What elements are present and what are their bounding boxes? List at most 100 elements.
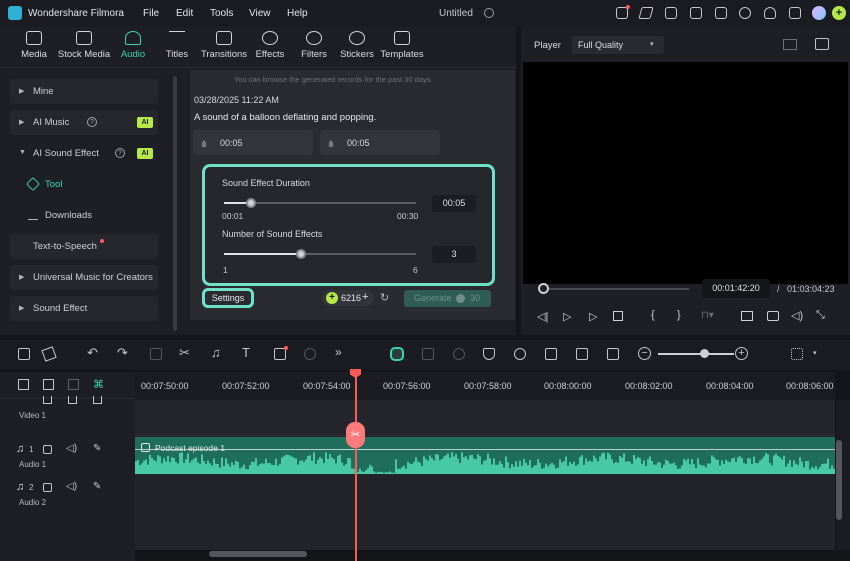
track-effects-icon[interactable]: ✎ (93, 443, 101, 454)
lock-icon[interactable] (43, 445, 52, 454)
sidebar-subitem-tool[interactable]: Tool (45, 179, 62, 190)
image-icon[interactable] (665, 7, 677, 19)
camera-snapshot-icon[interactable] (767, 311, 779, 321)
sound-clip-card[interactable]: ıllı 00:05 (320, 130, 440, 155)
timeline-vertical-scrollbar[interactable] (836, 400, 850, 550)
redo-icon[interactable]: ↷ (117, 345, 128, 361)
avatar[interactable] (812, 6, 826, 20)
video-preview[interactable] (523, 62, 848, 284)
timeline-ruler[interactable]: 00:07:50:00 00:07:52:00 00:07:54:00 00:0… (135, 372, 835, 400)
audio-list-icon[interactable] (545, 348, 557, 360)
record-screen-icon[interactable] (422, 348, 434, 360)
video-track-row[interactable] (135, 400, 835, 436)
zoom-in-icon[interactable]: + (735, 347, 748, 360)
help-icon[interactable]: ? (87, 117, 97, 127)
grid-view-icon[interactable] (783, 39, 797, 50)
track-layers-icon[interactable] (68, 379, 79, 390)
save-icon[interactable] (715, 7, 727, 19)
audio-mute-icon[interactable] (68, 396, 77, 404)
generate-button[interactable]: Generate 30 (404, 290, 491, 307)
menu-view[interactable]: View (249, 8, 271, 19)
select-arrow-icon[interactable] (41, 346, 57, 362)
microphone-icon[interactable] (514, 348, 526, 360)
mark-in-icon[interactable]: { (651, 309, 655, 321)
previous-frame-icon[interactable]: ◁| (537, 310, 548, 323)
next-frame-icon[interactable]: ▷ (563, 310, 571, 323)
send-icon[interactable] (638, 7, 654, 19)
fullscreen-icon[interactable]: ⤡ (816, 309, 825, 322)
track-effects-icon[interactable]: ✎ (93, 481, 101, 492)
audio-track-2-row[interactable] (135, 475, 835, 550)
quality-select[interactable]: Full Quality ▾ (572, 36, 664, 54)
fit-timeline-icon[interactable] (607, 348, 619, 360)
tab-effects[interactable]: Effects (252, 31, 288, 60)
add-track-icon[interactable] (18, 379, 29, 390)
undo-icon[interactable]: ↶ (87, 345, 98, 361)
sidebar-subitem-downloads[interactable]: Downloads (45, 210, 92, 221)
headset-icon[interactable] (764, 7, 776, 19)
ai-tool-icon[interactable] (390, 347, 404, 361)
menu-file[interactable]: File (143, 8, 159, 19)
duration-slider-handle[interactable] (245, 198, 256, 208)
settings-button[interactable]: Settings (202, 288, 254, 308)
speaker-icon[interactable]: ◁) (66, 443, 77, 454)
zoom-slider-track[interactable] (658, 353, 734, 355)
menu-help[interactable]: Help (287, 8, 308, 19)
zoom-slider-handle[interactable] (700, 349, 709, 358)
grip-icon[interactable] (791, 348, 803, 360)
current-timecode[interactable]: 00:01:42:20 (702, 279, 770, 298)
link-icon[interactable] (43, 379, 54, 390)
tab-stickers[interactable]: Stickers (338, 31, 376, 60)
timeline-tracks[interactable]: Podcast episode 1 (135, 400, 835, 550)
speaker-icon[interactable]: ◁) (66, 481, 77, 492)
mark-out-icon[interactable]: } (677, 309, 681, 321)
lock-icon[interactable] (43, 396, 52, 404)
preview-progress-track[interactable] (539, 288, 689, 290)
delete-icon[interactable] (150, 348, 162, 360)
sidebar-item-ai-music[interactable]: ▶ AI Music ? AI (10, 110, 158, 135)
keyframe-icon[interactable] (453, 348, 465, 360)
tab-transitions[interactable]: Transitions (200, 31, 248, 60)
count-slider-handle[interactable] (295, 249, 306, 259)
visibility-icon[interactable] (93, 396, 102, 404)
sidebar-item-text-to-speech[interactable]: Text-to-Speech (10, 234, 158, 259)
menu-tools[interactable]: Tools (210, 8, 233, 19)
lock-icon[interactable] (43, 483, 52, 492)
tab-media[interactable]: Media (14, 31, 54, 60)
count-value-field[interactable]: 3 (432, 246, 476, 263)
zoom-out-icon[interactable]: − (638, 347, 651, 360)
chevron-down-icon[interactable]: ▾ (813, 349, 817, 357)
shield-icon[interactable] (483, 348, 495, 360)
picture-in-picture-icon[interactable] (576, 348, 588, 360)
preview-progress-handle[interactable] (538, 283, 549, 294)
volume-icon[interactable]: ◁) (791, 309, 803, 322)
scopes-icon[interactable] (815, 38, 829, 50)
menu-edit[interactable]: Edit (176, 8, 193, 19)
marker-icon[interactable]: ⊓▾ (701, 310, 714, 321)
text-icon[interactable]: T (242, 345, 250, 360)
more-tools-icon[interactable]: » (335, 345, 342, 359)
play-icon[interactable]: ▷ (589, 310, 597, 323)
tab-audio[interactable]: Audio (114, 31, 152, 60)
refresh-icon[interactable]: ↻ (380, 291, 389, 304)
vertical-scrollbar-thumb[interactable] (836, 440, 842, 520)
monitor-icon[interactable] (690, 7, 702, 19)
color-icon[interactable] (304, 348, 316, 360)
duration-value-field[interactable]: 00:05 (432, 195, 476, 212)
grid-apps-icon[interactable] (789, 7, 801, 19)
stop-icon[interactable] (613, 311, 623, 321)
tab-stock-media[interactable]: Stock Media (56, 31, 112, 60)
tab-titles[interactable]: Titles (158, 31, 196, 60)
layout-grid-icon[interactable] (18, 348, 30, 360)
audio-edit-icon[interactable]: ♫ (211, 345, 221, 360)
sound-clip-card[interactable]: ıllı 00:05 (193, 130, 313, 155)
volume-line[interactable] (135, 449, 835, 450)
upgrade-plus-icon[interactable]: + (832, 6, 846, 20)
playhead-line[interactable] (355, 372, 357, 561)
horizontal-scrollbar-thumb[interactable] (209, 551, 307, 557)
snap-icon[interactable]: ⌘ (93, 378, 104, 391)
sidebar-scrollbar[interactable] (173, 76, 177, 331)
sidebar-item-universal-music[interactable]: ▶ Universal Music for Creators (10, 265, 158, 290)
help-icon[interactable]: ? (115, 148, 125, 158)
split-scissors-icon[interactable]: ✂ (346, 422, 365, 448)
